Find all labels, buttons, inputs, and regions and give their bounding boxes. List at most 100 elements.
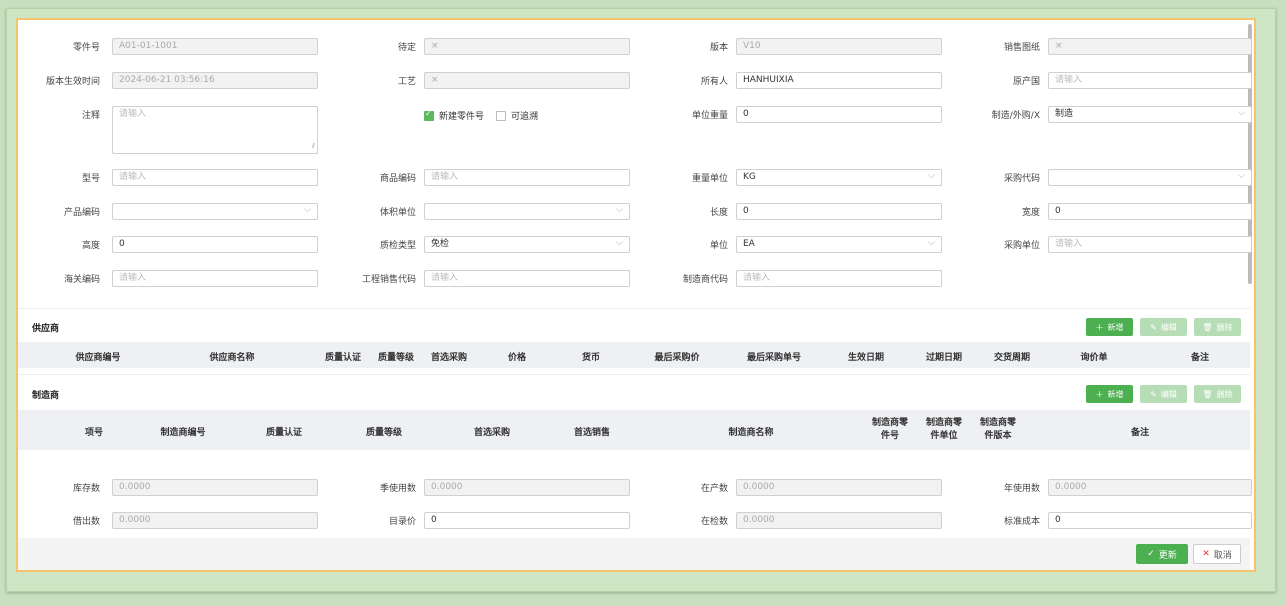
plus-icon: ＋ xyxy=(1095,322,1104,332)
effective-time-label: 版本生效时间 xyxy=(45,77,100,87)
inventory-field[interactable]: 0.0000 xyxy=(112,479,318,496)
weight-unit-select[interactable]: KG xyxy=(736,169,942,186)
pending-field[interactable]: × xyxy=(424,38,630,55)
supplier-col-delivery-cycle: 交货周期 xyxy=(993,353,1030,363)
divider xyxy=(18,308,1250,309)
borrowed-label: 借出数 xyxy=(72,517,100,527)
note-label: 注释 xyxy=(81,111,100,121)
part-no-field[interactable]: A01-01-1001 xyxy=(112,38,318,55)
new-part-checkbox[interactable]: 新建零件号 xyxy=(424,109,484,122)
process-label: 工艺 xyxy=(397,77,416,87)
trash-icon: 🗑 xyxy=(1202,322,1213,332)
manufacturer-section-title: 制造商 xyxy=(32,391,60,401)
product-no-select[interactable] xyxy=(112,203,318,220)
product-no-label: 产品编码 xyxy=(63,208,100,218)
supplier-col-expire-date: 过期日期 xyxy=(925,353,962,363)
unit-weight-label: 单位重量 xyxy=(691,111,728,121)
annual-use-field[interactable]: 0.0000 xyxy=(1048,479,1252,496)
season-use-label: 季使用数 xyxy=(379,484,416,494)
borrowed-field[interactable]: 0.0000 xyxy=(112,512,318,529)
version-field[interactable]: V10 xyxy=(736,38,942,55)
supplier-col-effective-date: 生效日期 xyxy=(847,353,884,363)
model-label: 型号 xyxy=(81,174,100,184)
manufacturer-edit-button[interactable]: ✎ 编辑 xyxy=(1140,385,1187,403)
supplier-col-last-price: 最后采购价 xyxy=(654,353,700,363)
standard-cost-field[interactable]: 0 xyxy=(1048,512,1252,529)
make-buy-select[interactable]: 制造 xyxy=(1048,106,1252,123)
supplier-delete-button[interactable]: 🗑 删除 xyxy=(1194,318,1241,336)
effective-time-field[interactable]: 2024-06-21 03:56:16 xyxy=(112,72,318,89)
update-button[interactable]: ✓ 更新 xyxy=(1136,544,1188,564)
origin-country-field[interactable]: 请输入 xyxy=(1048,72,1252,89)
traceable-checkbox[interactable]: 可追溯 xyxy=(496,109,538,122)
supplier-col-currency: 货币 xyxy=(581,353,600,363)
note-textarea[interactable]: 请输入 xyxy=(112,106,318,154)
height-label: 高度 xyxy=(81,241,100,251)
width-field[interactable]: 0 xyxy=(1048,203,1252,220)
manufacturer-col-item-no: 项号 xyxy=(84,428,103,438)
season-use-field[interactable]: 0.0000 xyxy=(424,479,630,496)
traceable-checkbox-label: 可追溯 xyxy=(511,112,539,122)
process-field[interactable]: × xyxy=(424,72,630,89)
catalog-price-field[interactable]: 0 xyxy=(424,512,630,529)
pencil-icon: ✎ xyxy=(1150,389,1157,399)
supplier-col-last-order: 最后采购单号 xyxy=(746,353,801,363)
part-form-panel: 零件号 A01-01-1001 待定 × 版本 V10 销售图纸 × 版本生效时… xyxy=(16,18,1256,572)
trash-icon: 🗑 xyxy=(1202,389,1213,399)
manufacturer-code-label: 制造商代码 xyxy=(682,275,728,285)
supplier-table-header: 供应商编号 供应商名称 质量认证 质量等级 首选采购 价格 货币 最后采购价 最… xyxy=(18,342,1250,368)
in-inspection-label: 在检数 xyxy=(700,517,728,527)
supplier-col-price: 价格 xyxy=(507,353,526,363)
supplier-col-code: 供应商编号 xyxy=(75,353,121,363)
manufacturer-code-field[interactable]: 请输入 xyxy=(736,270,942,287)
model-field[interactable]: 请输入 xyxy=(112,169,318,186)
supplier-col-inquiry: 询价单 xyxy=(1080,353,1108,363)
supplier-col-name: 供应商名称 xyxy=(209,353,255,363)
cancel-button[interactable]: ✕ 取消 xyxy=(1193,544,1241,564)
catalog-price-label: 目录价 xyxy=(388,517,416,527)
supplier-add-button[interactable]: ＋新增 xyxy=(1086,318,1133,336)
owner-field[interactable]: HANHUIXIA xyxy=(736,72,942,89)
check-icon: ✓ xyxy=(1147,549,1155,559)
purchase-unit-field[interactable]: 请输入 xyxy=(1048,236,1252,253)
product-code-field[interactable]: 请输入 xyxy=(424,169,630,186)
length-label: 长度 xyxy=(709,208,728,218)
origin-country-label: 原产国 xyxy=(1012,77,1040,87)
eng-sales-code-field[interactable]: 请输入 xyxy=(424,270,630,287)
checkbox-empty-icon xyxy=(496,110,506,121)
standard-cost-label: 标准成本 xyxy=(1003,517,1040,527)
owner-label: 所有人 xyxy=(700,77,728,87)
qc-type-label: 质检类型 xyxy=(379,241,416,251)
unit-weight-field[interactable]: 0 xyxy=(736,106,942,123)
volume-unit-select[interactable] xyxy=(424,203,630,220)
qc-type-select[interactable]: 免检 xyxy=(424,236,630,253)
in-production-field[interactable]: 0.0000 xyxy=(736,479,942,496)
supplier-section-title: 供应商 xyxy=(32,324,60,334)
new-part-checkbox-label: 新建零件号 xyxy=(439,112,485,122)
manufacturer-col-code: 制造商编号 xyxy=(160,428,206,438)
customs-code-label: 海关编码 xyxy=(63,275,100,285)
sales-drawing-field[interactable]: × xyxy=(1048,38,1252,55)
customs-code-field[interactable]: 请输入 xyxy=(112,270,318,287)
length-field[interactable]: 0 xyxy=(736,203,942,220)
close-icon: ✕ xyxy=(1202,549,1210,559)
volume-unit-label: 体积单位 xyxy=(379,208,416,218)
in-inspection-field[interactable]: 0.0000 xyxy=(736,512,942,529)
purchase-unit-label: 采购单位 xyxy=(1003,241,1040,251)
supplier-col-quality-grade: 质量等级 xyxy=(377,353,414,363)
make-buy-label: 制造/外购/X xyxy=(991,111,1040,121)
manufacturer-delete-button[interactable]: 🗑 删除 xyxy=(1194,385,1241,403)
purchase-code-select[interactable] xyxy=(1048,169,1252,186)
divider xyxy=(18,374,1250,375)
version-label: 版本 xyxy=(709,43,728,53)
height-field[interactable]: 0 xyxy=(112,236,318,253)
supplier-edit-button[interactable]: ✎ 编辑 xyxy=(1140,318,1187,336)
in-production-label: 在产数 xyxy=(700,484,728,494)
manufacturer-add-button[interactable]: ＋新增 xyxy=(1086,385,1133,403)
eng-sales-code-label: 工程销售代码 xyxy=(361,275,416,285)
width-label: 宽度 xyxy=(1021,208,1040,218)
manufacturer-col-part-no: 制造商零 件号 xyxy=(871,418,908,441)
unit-select[interactable]: EA xyxy=(736,236,942,253)
annual-use-label: 年使用数 xyxy=(1003,484,1040,494)
sales-drawing-label: 销售图纸 xyxy=(1003,43,1040,53)
